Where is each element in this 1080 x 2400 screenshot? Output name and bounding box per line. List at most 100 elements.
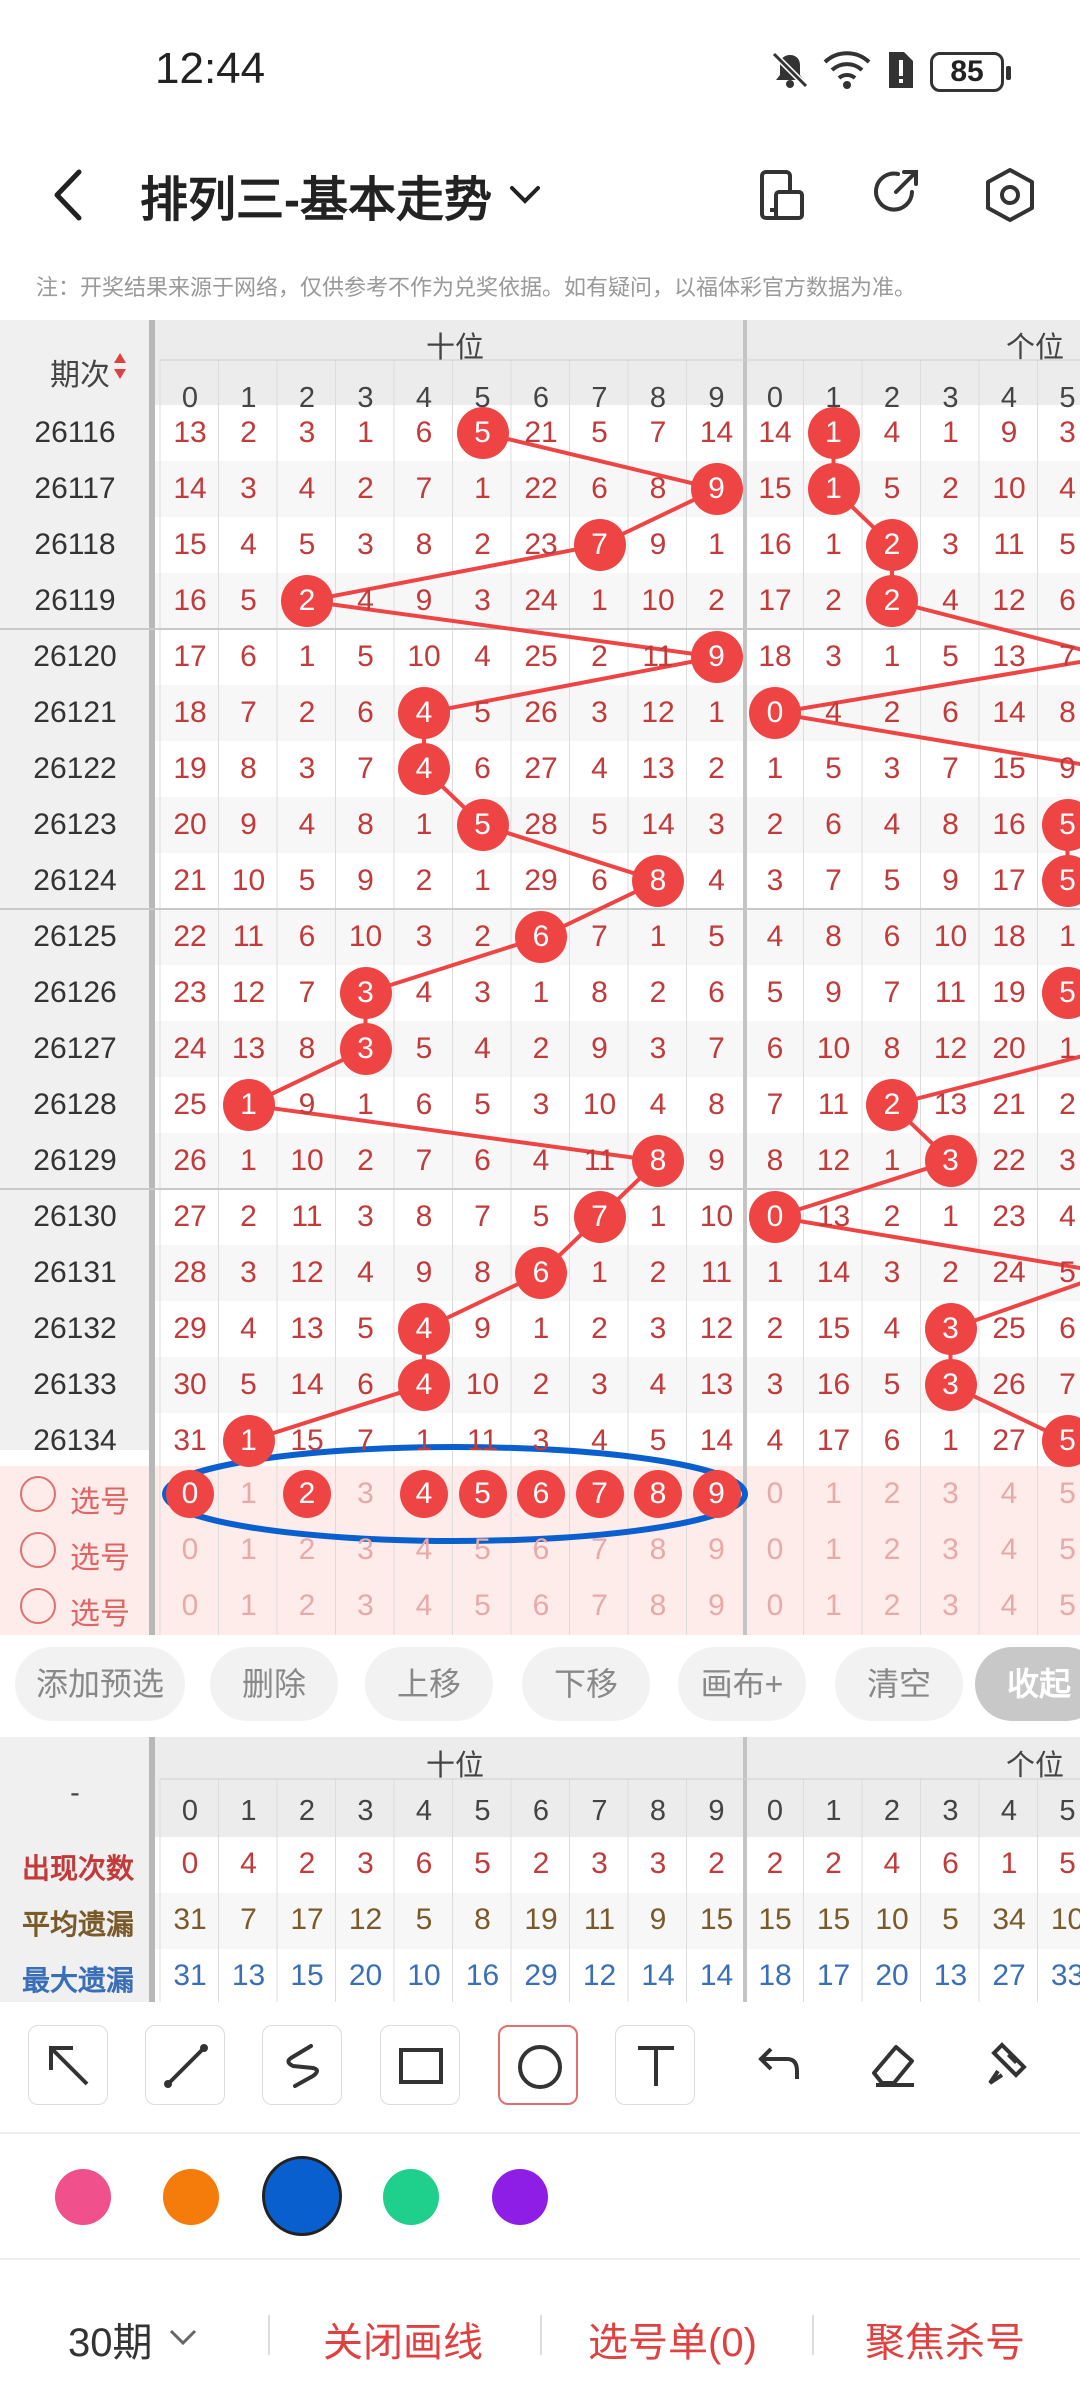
pick-digit[interactable]: 7	[571, 1533, 629, 1567]
pick-digit[interactable]: 1	[805, 1533, 863, 1567]
pick-row-checkbox[interactable]	[20, 1532, 56, 1568]
omission-cell: 13	[173, 416, 207, 449]
color-swatch-orange[interactable]	[163, 2169, 219, 2225]
omission-cell: 2	[591, 1312, 608, 1345]
share-icon[interactable]	[860, 160, 930, 230]
pick-digit[interactable]: 3	[922, 1589, 980, 1623]
stats-value: 13	[231, 1959, 266, 1992]
pick-digit[interactable]: 2	[278, 1533, 336, 1567]
eraser-icon[interactable]	[852, 2025, 932, 2105]
pick-toolbar: 添加预选 删除 上移 下移 画布+ 清空 收起	[0, 1635, 1080, 1735]
pick-digit[interactable]: 5	[1039, 1477, 1080, 1511]
pick-digit[interactable]: 3	[922, 1533, 980, 1567]
arrow-tool-icon[interactable]	[28, 2025, 108, 2105]
pick-digit[interactable]: 2	[863, 1477, 921, 1511]
pick-digit[interactable]: 4	[980, 1477, 1038, 1511]
pick-digit[interactable]: 2	[278, 1589, 336, 1623]
pick-digit[interactable]: 3	[922, 1477, 980, 1511]
clear-button[interactable]: 清空	[835, 1647, 963, 1721]
pick-list-button[interactable]: 选号单(0)	[588, 2310, 757, 2368]
settings-icon[interactable]	[975, 160, 1045, 230]
line-tool-icon[interactable]	[145, 2025, 225, 2105]
omission-cell: 2	[298, 696, 316, 729]
move-up-button[interactable]: 上移	[365, 1647, 493, 1721]
rectangle-tool-icon[interactable]	[380, 2025, 460, 2105]
pick-digit[interactable]: 9	[688, 1589, 746, 1623]
back-icon[interactable]	[35, 160, 105, 230]
move-down-button[interactable]: 下移	[522, 1647, 650, 1721]
omission-cell: 6	[942, 696, 959, 729]
circle-tool-icon[interactable]	[498, 2025, 578, 2105]
pick-row-checkbox[interactable]	[20, 1588, 56, 1624]
pick-digit[interactable]: 9	[688, 1533, 746, 1567]
period-header[interactable]: 期次	[40, 350, 120, 394]
pick-digit[interactable]: 1	[220, 1589, 278, 1623]
stats-value: 1	[1000, 1847, 1018, 1880]
pick-row-checkbox[interactable]	[20, 1476, 56, 1512]
pick-digit[interactable]: 8	[629, 1589, 687, 1623]
text-tool-icon[interactable]	[615, 2025, 695, 2105]
color-swatch-green[interactable]	[383, 2169, 439, 2225]
trend-grid[interactable]: 期次 十位 个位 0 1 2 3 4 5 6 7 8 9 0 1 2 3 4 5 26116 13 2 3 1 6 5 21 5 7 14…	[0, 320, 1080, 1635]
color-swatch-pink[interactable]	[55, 2169, 111, 2225]
selected-digit-ball[interactable]: 0	[166, 1470, 214, 1518]
pick-digit[interactable]: 7	[571, 1589, 629, 1623]
add-preselect-button[interactable]: 添加预选	[15, 1647, 185, 1721]
selected-digit-ball[interactable]: 9	[692, 1470, 741, 1518]
selected-digit-ball[interactable]: 7	[575, 1470, 624, 1518]
pick-digit[interactable]: 5	[454, 1533, 512, 1567]
pick-digit[interactable]: 1	[805, 1589, 863, 1623]
canvas-plus-button[interactable]: 画布+	[678, 1647, 806, 1721]
pick-digit[interactable]: 5	[1039, 1589, 1080, 1623]
omission-cell: 7	[708, 1032, 725, 1065]
pick-digit[interactable]: 3	[337, 1533, 395, 1567]
omission-cell: 24	[992, 1256, 1026, 1289]
pick-digit[interactable]: 1	[805, 1477, 863, 1511]
pick-digit[interactable]: 0	[161, 1589, 219, 1623]
pick-digit[interactable]: 1	[220, 1533, 278, 1567]
pick-digit[interactable]: 0	[746, 1589, 804, 1623]
pick-digit[interactable]: 0	[746, 1477, 804, 1511]
selected-digit-ball[interactable]: 6	[517, 1470, 565, 1518]
chevron-down-icon[interactable]	[500, 170, 550, 220]
stats-value: 8	[474, 1903, 491, 1936]
pick-digit[interactable]: 0	[161, 1533, 219, 1567]
pick-digit[interactable]: 4	[980, 1589, 1038, 1623]
clear-brush-icon[interactable]	[968, 2025, 1048, 2105]
device-icon[interactable]	[748, 160, 818, 230]
period-select[interactable]: 30期	[68, 2310, 153, 2368]
pick-digit[interactable]: 0	[746, 1533, 804, 1567]
selected-digit-ball[interactable]: 2	[283, 1470, 331, 1518]
pick-digit[interactable]: 8	[629, 1533, 687, 1567]
pick-digit[interactable]: 6	[512, 1589, 570, 1623]
color-swatch-purple[interactable]	[492, 2169, 548, 2225]
color-swatch-blue-selected[interactable]	[262, 2156, 342, 2236]
selected-digit-ball[interactable]: 5	[458, 1470, 507, 1518]
omission-cell: 1	[708, 696, 725, 729]
delete-button[interactable]: 删除	[210, 1647, 338, 1721]
pick-digit[interactable]: 2	[863, 1533, 921, 1567]
pick-digit[interactable]: 2	[863, 1589, 921, 1623]
pick-digit[interactable]: 1	[220, 1477, 278, 1511]
pick-digit[interactable]: 5	[1039, 1533, 1080, 1567]
omission-cell: 5	[357, 640, 374, 673]
pick-digit[interactable]: 4	[980, 1533, 1038, 1567]
chevron-down-icon[interactable]	[165, 2322, 201, 2352]
pick-digit[interactable]: 3	[337, 1589, 395, 1623]
pick-digit[interactable]: 6	[512, 1533, 570, 1567]
pick-digit[interactable]: 5	[454, 1589, 512, 1623]
close-drawing-button[interactable]: 关闭画线	[323, 2310, 483, 2368]
pick-digit[interactable]: 4	[395, 1533, 453, 1567]
collapse-button[interactable]: 收起	[975, 1647, 1080, 1721]
undo-icon[interactable]	[735, 2025, 815, 2105]
selected-digit-ball[interactable]: 8	[634, 1470, 682, 1518]
freehand-tool-icon[interactable]	[262, 2025, 342, 2105]
stats-value: 6	[415, 1847, 433, 1880]
omission-cell: 21	[524, 416, 558, 449]
pick-digit[interactable]: 4	[395, 1589, 453, 1623]
focus-kill-button[interactable]: 聚焦杀号	[865, 2310, 1025, 2368]
omission-cell: 4	[766, 920, 784, 953]
pick-digit[interactable]: 3	[337, 1477, 395, 1511]
selected-digit-ball[interactable]: 4	[400, 1470, 448, 1518]
page-title[interactable]: 排列三-基本走势	[140, 160, 492, 230]
